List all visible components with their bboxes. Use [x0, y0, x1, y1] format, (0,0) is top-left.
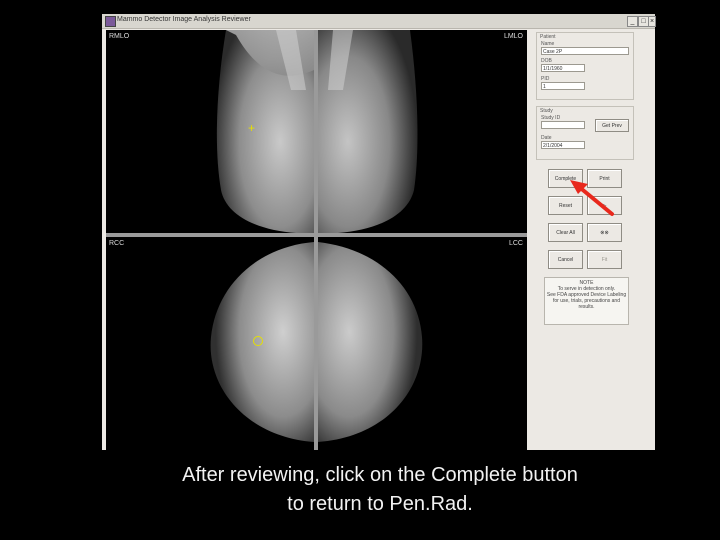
caption-line-2: to return to Pen.Rad. [287, 493, 473, 515]
pointer-arrow [570, 180, 614, 216]
name-field[interactable]: Case 2P [541, 47, 629, 55]
fit-button[interactable]: Fit [587, 250, 622, 269]
close-button[interactable]: × [648, 16, 656, 27]
view-label-rcc: RCC [109, 240, 125, 247]
get-prev-button[interactable]: Get Prev [595, 119, 629, 132]
pane-rcc[interactable]: RCC [106, 237, 314, 450]
pane-lmlo[interactable]: LMLO [318, 30, 527, 233]
view-label-lmlo: LMLO [503, 33, 523, 40]
minimize-button[interactable]: _ [627, 16, 638, 27]
clear-all-button[interactable]: Clear All [548, 223, 583, 242]
study-group-label: Study [540, 108, 553, 114]
cancel-button[interactable]: Cancel [548, 250, 583, 269]
caption-line-1: After reviewing, click on the Complete b… [182, 464, 578, 486]
reviewer-window: Mammo Detector Image Analysis Reviewer _… [102, 14, 656, 450]
lmlo-image [318, 30, 527, 233]
zoom-button[interactable]: ⊗⊗ [587, 223, 622, 242]
mammogram-viewer: RMLO + LMLO RCC LCC [106, 30, 527, 450]
finding-marker-plus[interactable]: + [248, 122, 255, 134]
view-label-rmlo: RMLO [109, 33, 130, 40]
view-label-lcc: LCC [508, 240, 523, 247]
dob-field[interactable]: 1/1/1960 [541, 64, 585, 72]
study-id-field[interactable] [541, 121, 585, 129]
rmlo-image [106, 30, 314, 233]
notes-box: NOTE To serve in detection only. See FDA… [544, 277, 629, 325]
binoculars-icon: ⊗⊗ [600, 229, 609, 236]
app-icon [105, 16, 116, 27]
finding-marker-circle[interactable] [253, 336, 263, 346]
study-group: Study Study ID Get Prev Date 2/1/2004 [536, 106, 634, 160]
pid-field[interactable]: 1 [541, 82, 585, 90]
window-title: Mammo Detector Image Analysis Reviewer [117, 16, 251, 23]
caption: After reviewing, click on the Complete b… [120, 461, 640, 519]
control-panel: Patient Name Case 2P DOB 1/1/1960 PID 1 … [536, 30, 636, 440]
date-field[interactable]: 2/1/2004 [541, 141, 585, 149]
patient-group: Patient Name Case 2P DOB 1/1/1960 PID 1 [536, 32, 634, 100]
title-bar: Mammo Detector Image Analysis Reviewer _… [102, 14, 656, 29]
patient-group-label: Patient [540, 34, 556, 40]
pane-rmlo[interactable]: RMLO + [106, 30, 314, 233]
pane-lcc[interactable]: LCC [318, 237, 527, 450]
notes-line-4: results. [578, 304, 595, 310]
rcc-image [106, 237, 314, 450]
lcc-image [318, 237, 527, 450]
